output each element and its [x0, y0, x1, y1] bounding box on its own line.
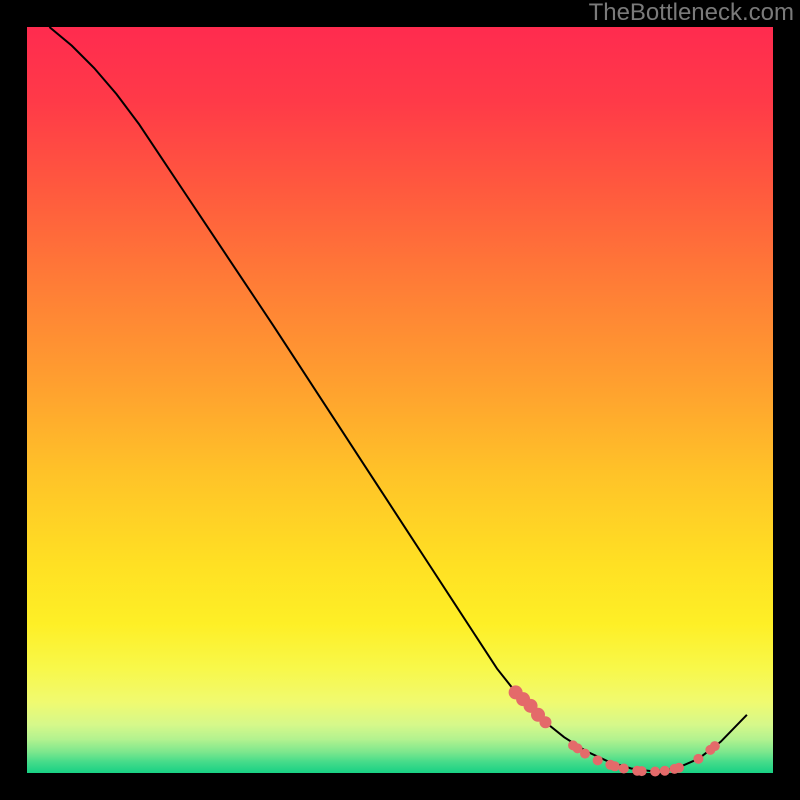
highlight-point — [593, 755, 603, 765]
highlight-point — [660, 766, 670, 776]
highlight-point — [693, 754, 703, 764]
bottleneck-chart — [0, 0, 800, 800]
highlight-point — [674, 763, 684, 773]
highlight-point — [637, 766, 647, 776]
highlight-point — [539, 716, 551, 728]
plot-background — [27, 27, 773, 773]
highlight-point — [580, 749, 590, 759]
watermark-text: TheBottleneck.com — [589, 1, 794, 25]
highlight-point — [610, 761, 620, 771]
highlight-point — [650, 767, 660, 777]
highlight-point — [710, 741, 720, 751]
highlight-point — [619, 764, 629, 774]
chart-stage: TheBottleneck.com — [0, 0, 800, 800]
